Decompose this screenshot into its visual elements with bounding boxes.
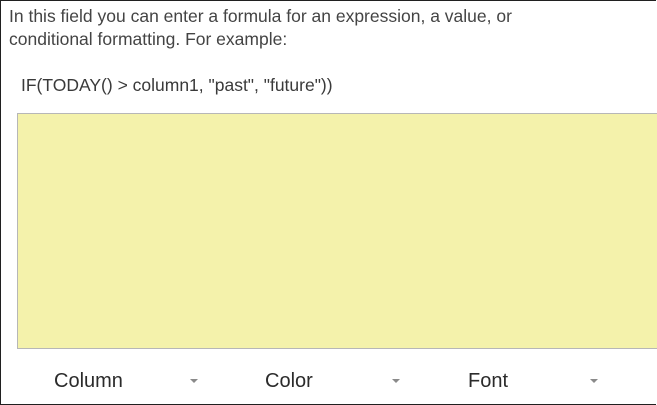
column-dropdown[interactable]: Column — [54, 358, 214, 404]
font-dropdown[interactable]: Font — [468, 358, 618, 404]
color-dropdown[interactable]: Color — [265, 358, 415, 404]
color-dropdown-label: Color — [265, 370, 313, 392]
formula-panel: In this field you can enter a formula fo… — [0, 0, 657, 405]
column-dropdown-label: Column — [54, 370, 123, 392]
help-text-line-2: conditional formatting. For example: — [9, 29, 288, 49]
help-text-line-1: In this field you can enter a formula fo… — [9, 6, 512, 26]
font-dropdown-label: Font — [468, 370, 509, 392]
formatting-toolbar: Column Color Font — [1, 358, 657, 404]
help-text: In this field you can enter a formula fo… — [9, 5, 654, 51]
chevron-down-icon — [590, 379, 598, 383]
chevron-down-icon — [392, 379, 400, 383]
chevron-down-icon — [190, 379, 198, 383]
formula-input[interactable] — [17, 113, 657, 349]
formula-example: IF(TODAY() > column1, "past", "future")) — [21, 75, 333, 95]
